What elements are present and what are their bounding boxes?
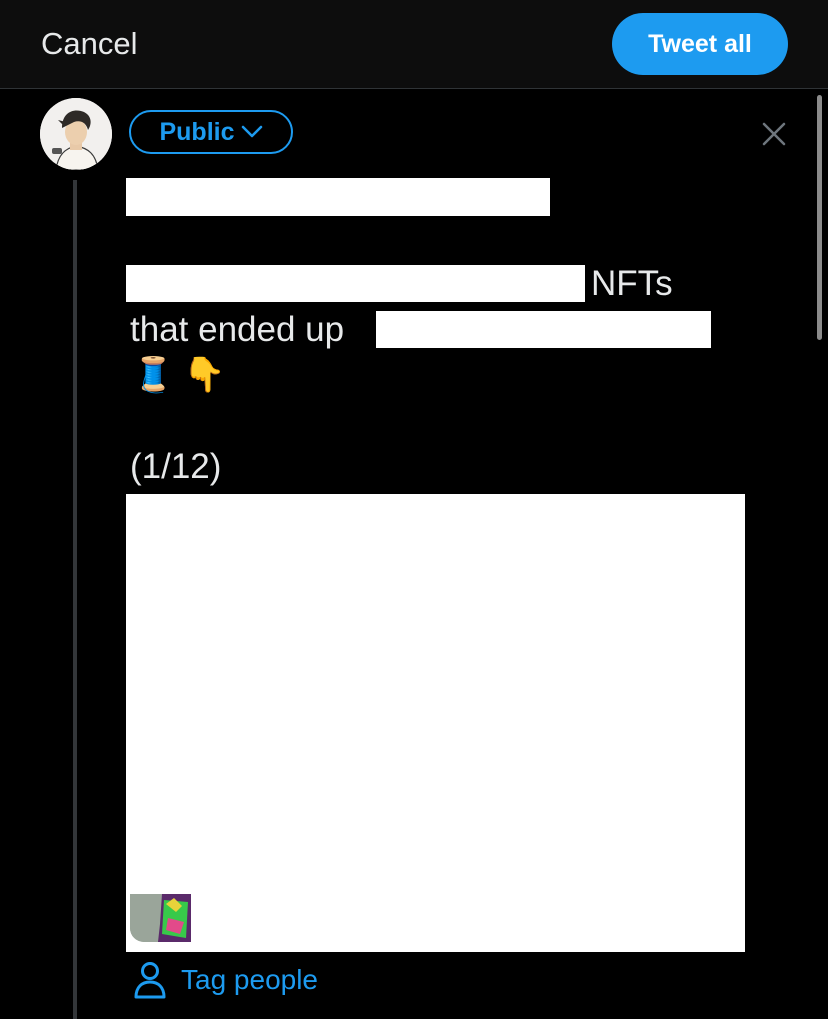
cancel-button[interactable]: Cancel (41, 26, 138, 62)
audience-label: Public (159, 117, 235, 146)
tweet-text-fragment: NFTs (591, 264, 673, 303)
redacted-text (376, 311, 711, 348)
thread-emoji: 🧵 (132, 356, 175, 394)
person-icon (134, 962, 166, 999)
avatar[interactable] (40, 98, 112, 170)
chevron-down-icon (241, 125, 262, 138)
thread-counter: (1/12) (130, 447, 222, 486)
scrollbar[interactable] (817, 95, 822, 340)
tag-people-label: Tag people (181, 964, 319, 995)
tweet-all-button[interactable]: Tweet all (612, 13, 788, 75)
media-thumbnail (130, 894, 191, 942)
tag-people-button[interactable]: Tag people (133, 960, 318, 1000)
pointing-down-emoji: 👇 (183, 356, 226, 394)
redacted-text (126, 265, 585, 302)
close-icon[interactable] (760, 120, 788, 148)
tweet-text-fragment: that ended up (130, 310, 345, 349)
redacted-text (126, 178, 550, 216)
audience-selector[interactable]: Public (129, 110, 293, 154)
top-bar: Cancel Tweet all (0, 0, 828, 89)
avatar-illustration (40, 98, 112, 170)
attached-media[interactable] (126, 494, 745, 952)
thread-line (73, 180, 77, 1019)
